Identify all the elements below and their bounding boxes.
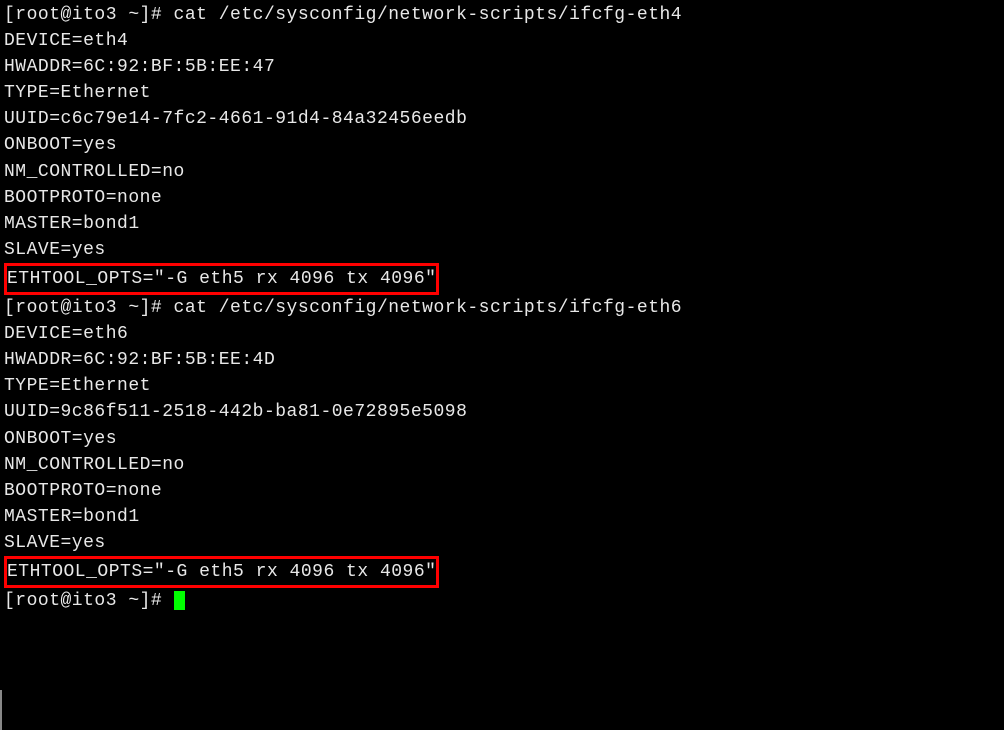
cfg1-nmcontrolled: NM_CONTROLLED=no	[4, 159, 1000, 185]
cfg1-type: TYPE=Ethernet	[4, 80, 1000, 106]
cfg1-ethtool-line: ETHTOOL_OPTS="-G eth5 rx 4096 tx 4096"	[4, 263, 1000, 295]
terminal-cursor	[174, 591, 185, 610]
cfg2-bootproto: BOOTPROTO=none	[4, 478, 1000, 504]
highlight-box-2: ETHTOOL_OPTS="-G eth5 rx 4096 tx 4096"	[4, 556, 439, 588]
cfg1-device: DEVICE=eth4	[4, 28, 1000, 54]
cfg1-bootproto: BOOTPROTO=none	[4, 185, 1000, 211]
cfg2-hwaddr: HWADDR=6C:92:BF:5B:EE:4D	[4, 347, 1000, 373]
left-border-decoration	[0, 690, 2, 730]
prompt-cmd-2: [root@ito3 ~]# cat /etc/sysconfig/networ…	[4, 295, 1000, 321]
cfg2-device: DEVICE=eth6	[4, 321, 1000, 347]
highlight-box-1: ETHTOOL_OPTS="-G eth5 rx 4096 tx 4096"	[4, 263, 439, 295]
cfg1-onboot: ONBOOT=yes	[4, 132, 1000, 158]
cfg1-hwaddr: HWADDR=6C:92:BF:5B:EE:47	[4, 54, 1000, 80]
final-prompt: [root@ito3 ~]#	[4, 591, 174, 611]
cfg2-ethtool-line: ETHTOOL_OPTS="-G eth5 rx 4096 tx 4096"	[4, 556, 1000, 588]
cfg1-slave: SLAVE=yes	[4, 237, 1000, 263]
cfg2-type: TYPE=Ethernet	[4, 373, 1000, 399]
cfg2-uuid: UUID=9c86f511-2518-442b-ba81-0e72895e509…	[4, 399, 1000, 425]
cfg2-onboot: ONBOOT=yes	[4, 426, 1000, 452]
prompt-cmd-1: [root@ito3 ~]# cat /etc/sysconfig/networ…	[4, 2, 1000, 28]
final-prompt-line: [root@ito3 ~]#	[4, 588, 1000, 614]
cfg2-master: MASTER=bond1	[4, 504, 1000, 530]
cfg1-uuid: UUID=c6c79e14-7fc2-4661-91d4-84a32456eed…	[4, 106, 1000, 132]
cfg2-nmcontrolled: NM_CONTROLLED=no	[4, 452, 1000, 478]
cfg2-slave: SLAVE=yes	[4, 530, 1000, 556]
cfg1-master: MASTER=bond1	[4, 211, 1000, 237]
terminal-output[interactable]: [root@ito3 ~]# cat /etc/sysconfig/networ…	[4, 2, 1000, 614]
